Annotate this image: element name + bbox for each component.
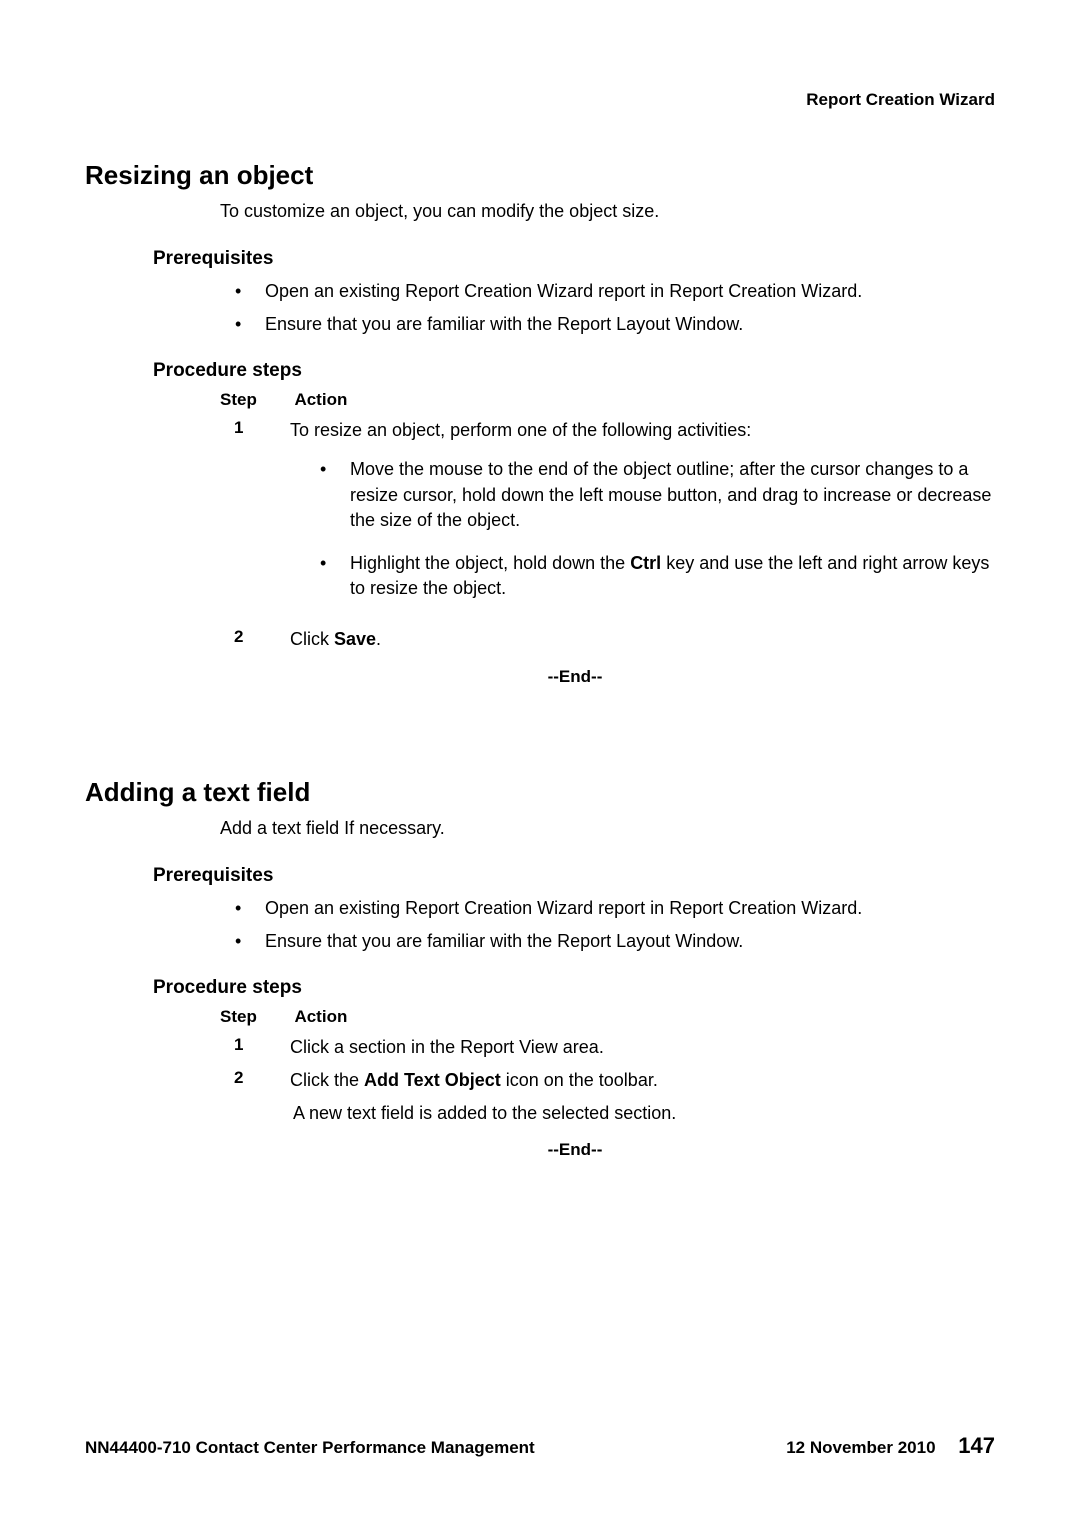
step-table-header: Step Action xyxy=(220,390,995,410)
page-footer: NN44400-710 Contact Center Performance M… xyxy=(85,1433,995,1459)
sub-bullet-pre: Highlight the object, hold down the xyxy=(350,553,630,573)
table-row: 1 To resize an object, perform one of th… xyxy=(220,418,995,619)
procedure-heading: Procedure steps xyxy=(153,977,995,999)
prerequisites-heading: Prerequisites xyxy=(153,248,995,270)
step-action: To resize an object, perform one of the … xyxy=(290,418,995,619)
step-table-header: Step Action xyxy=(220,1007,995,1027)
step-action: Click the Add Text Object icon on the to… xyxy=(290,1068,995,1093)
step-col-header: Step xyxy=(220,1007,290,1027)
list-item: Ensure that you are familiar with the Re… xyxy=(235,311,995,338)
table-row: 2 Click the Add Text Object icon on the … xyxy=(220,1068,995,1093)
step-number: 1 xyxy=(220,1035,290,1060)
step-action-bold: Add Text Object xyxy=(364,1070,501,1090)
step-number: 2 xyxy=(220,627,290,652)
step-action-pre: Click the xyxy=(290,1070,364,1090)
step-action-text: To resize an object, perform one of the … xyxy=(290,420,751,440)
action-col-header: Action xyxy=(294,390,347,410)
list-item: Open an existing Report Creation Wizard … xyxy=(235,895,995,922)
action-col-header: Action xyxy=(294,1007,347,1027)
end-marker: --End-- xyxy=(155,667,995,687)
end-marker: --End-- xyxy=(155,1140,995,1160)
list-item: Move the mouse to the end of the object … xyxy=(320,457,995,533)
step-action-bold: Save xyxy=(334,629,376,649)
list-item: Ensure that you are familiar with the Re… xyxy=(235,928,995,955)
prerequisites-list: Open an existing Report Creation Wizard … xyxy=(235,895,995,955)
procedure-heading: Procedure steps xyxy=(153,360,995,382)
step-number: 2 xyxy=(220,1068,290,1093)
table-row: 1 Click a section in the Report View are… xyxy=(220,1035,995,1060)
sub-bullet-bold: Ctrl xyxy=(630,553,661,573)
step-action-post: icon on the toolbar. xyxy=(501,1070,658,1090)
sub-bullet-list: Move the mouse to the end of the object … xyxy=(320,457,995,601)
section-intro: To customize an object, you can modify t… xyxy=(220,199,995,224)
table-row: 2 Click Save. xyxy=(220,627,995,652)
prerequisites-heading: Prerequisites xyxy=(153,865,995,887)
section-intro: Add a text field If necessary. xyxy=(220,816,995,841)
step-number: 1 xyxy=(220,418,290,619)
list-item: Highlight the object, hold down the Ctrl… xyxy=(320,551,995,601)
footer-date: 12 November 2010 xyxy=(786,1438,935,1457)
section-title-adding-text: Adding a text field xyxy=(85,777,995,808)
sub-bullet-text: Move the mouse to the end of the object … xyxy=(350,459,991,529)
header-breadcrumb: Report Creation Wizard xyxy=(85,90,995,110)
step-action: Click Save. xyxy=(290,627,995,652)
section-title-resizing: Resizing an object xyxy=(85,160,995,191)
page-number: 147 xyxy=(958,1433,995,1458)
list-item: Open an existing Report Creation Wizard … xyxy=(235,278,995,305)
step-action-pre: Click xyxy=(290,629,334,649)
footer-right: 12 November 2010 147 xyxy=(786,1433,995,1459)
step-result: A new text field is added to the selecte… xyxy=(293,1101,995,1126)
prerequisites-list: Open an existing Report Creation Wizard … xyxy=(235,278,995,338)
step-action-post: . xyxy=(376,629,381,649)
step-col-header: Step xyxy=(220,390,290,410)
step-action: Click a section in the Report View area. xyxy=(290,1035,995,1060)
footer-doc-id: NN44400-710 Contact Center Performance M… xyxy=(85,1438,535,1458)
